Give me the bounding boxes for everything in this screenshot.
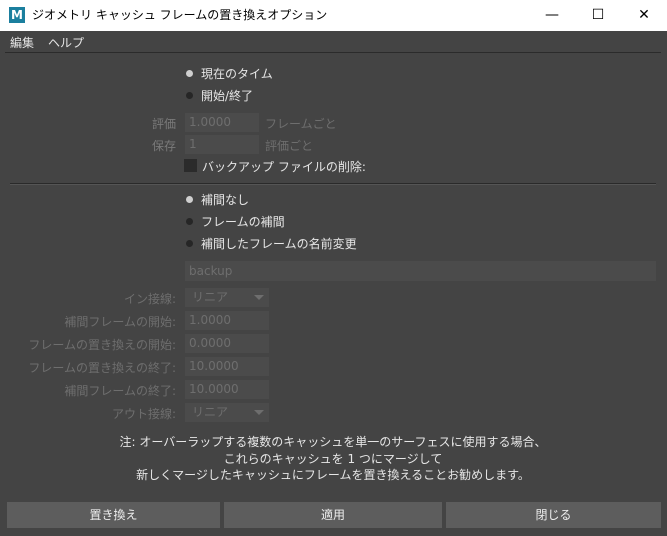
interp-end-label: 補間フレームの終了: (64, 384, 176, 398)
radio-current-time-label: 現在のタイム (201, 67, 273, 81)
in-tangent-value: リニア (192, 290, 229, 304)
button-bar: 置き換え 適用 閉じる (0, 492, 667, 536)
interp-start-label: 補間フレームの開始: (64, 315, 176, 329)
menu-bar: 編集 ヘルプ (0, 31, 667, 52)
evaluate-label: 評価 (152, 117, 177, 131)
out-tangent-dropdown[interactable]: リニア (185, 403, 269, 422)
radio-start-end[interactable] (186, 92, 193, 99)
radio-no-interp-label: 補間なし (201, 193, 250, 207)
save-suffix: 評価ごと (265, 139, 314, 153)
radio-interp-frames[interactable] (186, 218, 193, 225)
delete-backup-label: バックアップ ファイルの削除: (202, 160, 366, 174)
close-window-button[interactable]: ✕ (621, 0, 667, 31)
replace-start-label: フレームの置き換えの開始: (28, 338, 176, 352)
radio-rename-interp[interactable] (186, 240, 193, 247)
close-button[interactable]: 閉じる (446, 502, 661, 528)
window-title: ジオメトリ キャッシュ フレームの置き換えオプション (32, 8, 328, 22)
note-line-1: 注: オーバーラップする複数のキャッシュを単一のサーフェスに使用する場合、 (119, 435, 547, 449)
replace-button[interactable]: 置き換え (7, 502, 220, 528)
apply-button[interactable]: 適用 (224, 502, 442, 528)
save-label: 保存 (152, 139, 177, 153)
radio-rename-interp-label: 補間したフレームの名前変更 (201, 237, 357, 251)
maximize-button[interactable]: ☐ (575, 0, 621, 31)
rename-backup-field[interactable]: backup (185, 261, 656, 281)
menu-help[interactable]: ヘルプ (48, 34, 84, 51)
options-panel: 現在のタイム 開始/終了 評価 1.0000 フレームごと 保存 1 評価ごと … (5, 52, 661, 493)
in-tangent-label: イン接線: (123, 292, 176, 306)
evaluate-suffix: フレームごと (265, 117, 337, 131)
divider-highlight (10, 184, 656, 185)
note-line-2: これらのキャッシュを 1 つにマージして (223, 452, 443, 466)
out-tangent-value: リニア (192, 405, 229, 419)
radio-start-end-label: 開始/終了 (201, 89, 254, 103)
interp-end-field[interactable]: 10.0000 (185, 380, 269, 399)
replace-end-label: フレームの置き換えの終了: (28, 361, 176, 375)
menu-edit[interactable]: 編集 (10, 34, 34, 51)
in-tangent-dropdown[interactable]: リニア (185, 288, 269, 307)
radio-interp-frames-label: フレームの補間 (201, 215, 285, 229)
interp-start-field[interactable]: 1.0000 (185, 311, 269, 330)
evaluate-field[interactable]: 1.0000 (185, 113, 259, 132)
radio-current-time[interactable] (186, 70, 193, 77)
note-line-3: 新しくマージしたキャッシュにフレームを置き換えることお勧めします。 (136, 468, 530, 482)
delete-backup-checkbox[interactable] (184, 159, 197, 172)
chevron-down-icon (254, 295, 264, 300)
minimize-button[interactable]: — (529, 0, 575, 31)
maya-app-icon: M (9, 7, 25, 23)
save-field[interactable]: 1 (185, 135, 259, 154)
title-bar: M ジオメトリ キャッシュ フレームの置き換えオプション — ☐ ✕ (0, 0, 667, 31)
out-tangent-label: アウト接線: (111, 407, 176, 421)
chevron-down-icon (254, 410, 264, 415)
radio-no-interp[interactable] (186, 196, 193, 203)
replace-start-field[interactable]: 0.0000 (185, 334, 269, 353)
replace-end-field[interactable]: 10.0000 (185, 357, 269, 376)
